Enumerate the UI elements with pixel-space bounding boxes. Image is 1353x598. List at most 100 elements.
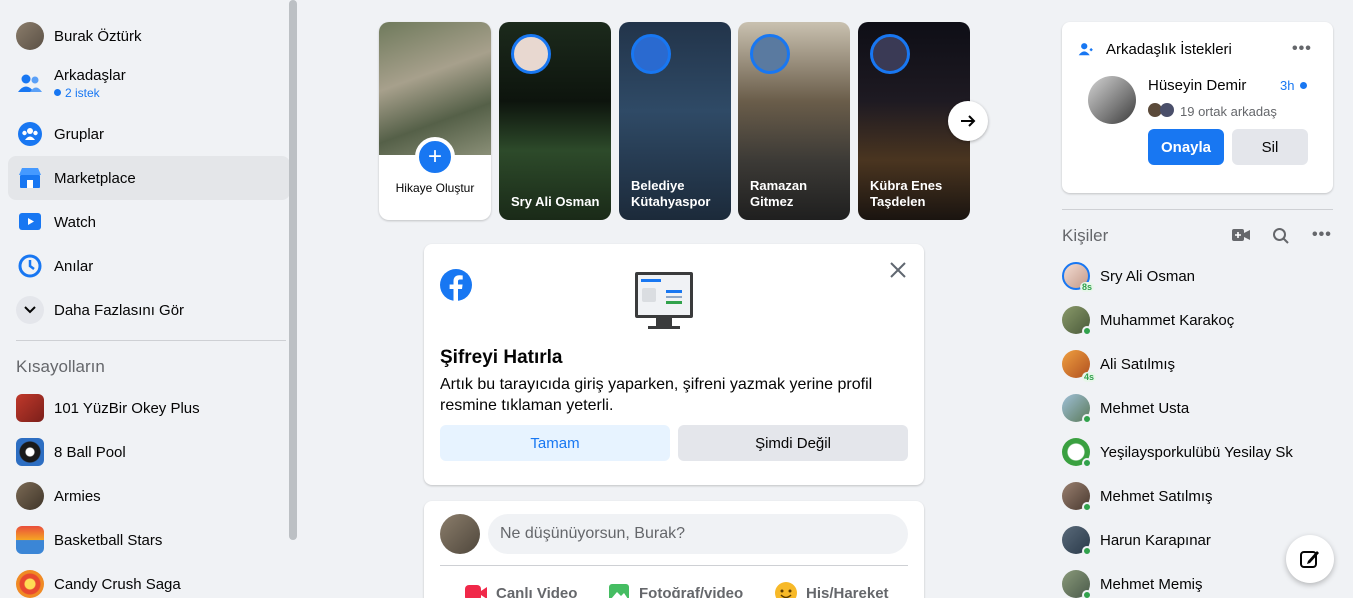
remember-password-card: Şifreyi Hatırla Artık bu tarayıcıda giri…: [424, 244, 924, 485]
story-card[interactable]: Belediye Kütahyaspor: [619, 22, 731, 220]
shortcut-label: 8 Ball Pool: [54, 443, 126, 461]
stories-next-button[interactable]: [948, 101, 988, 141]
last-active-badge: 4s: [1081, 372, 1096, 382]
whats-on-your-mind-input[interactable]: Ne düşünüyorsun, Burak?: [488, 514, 908, 554]
online-indicator: [1082, 502, 1092, 512]
action-label: Canlı Video: [496, 584, 578, 598]
chevron-down-icon: [16, 296, 44, 324]
contact-item[interactable]: 8s Sry Ali Osman: [1054, 254, 1340, 298]
photo-icon: [609, 584, 629, 598]
smiley-icon: [775, 582, 797, 598]
compose-icon: [1300, 551, 1319, 568]
contact-name: Yeşilaysporkulübü Yesilay Sk: [1100, 443, 1293, 461]
friend-requests-title: Arkadaşlık İstekleri: [1106, 40, 1232, 58]
groups-icon: [16, 120, 44, 148]
contact-avatar: [1062, 306, 1092, 336]
search-icon[interactable]: [1272, 227, 1290, 245]
sidebar-item-friends[interactable]: Arkadaşlar 2 istek: [8, 58, 290, 108]
contact-item[interactable]: Mehmet Satılmış: [1054, 474, 1340, 518]
shortcut-label: Basketball Stars: [54, 531, 163, 549]
story-name: Sry Ali Osman: [511, 194, 600, 209]
marketplace-icon: [16, 164, 44, 192]
shortcut-item[interactable]: Candy Crush Saga: [8, 562, 290, 598]
contact-avatar: [1062, 438, 1092, 468]
candy-crush-icon: [16, 570, 44, 598]
story-card[interactable]: Ramazan Gitmez: [738, 22, 850, 220]
shortcut-item[interactable]: Basketball Stars: [8, 518, 290, 562]
post-composer: Ne düşünüyorsun, Burak? Canlı Video Foto…: [424, 501, 924, 598]
friend-requests-header: Arkadaşlık İstekleri: [1078, 40, 1232, 58]
facebook-logo-icon: [440, 269, 472, 301]
requester-avatar[interactable]: [1088, 76, 1136, 124]
sidebar-scrollbar[interactable]: [289, 0, 297, 540]
shortcut-item[interactable]: Armies: [8, 474, 290, 518]
story-name: Belediye Kütahyaspor: [631, 178, 711, 209]
story-card[interactable]: Sry Ali Osman: [499, 22, 611, 220]
requester-name[interactable]: Hüseyin Demir: [1148, 77, 1246, 94]
not-now-button[interactable]: Şimdi Değil: [678, 425, 908, 461]
online-indicator: [1082, 414, 1092, 424]
accept-button[interactable]: Onayla: [1148, 129, 1224, 165]
story-avatar: [631, 34, 671, 74]
story-name: Ramazan Gitmez: [750, 178, 808, 209]
computer-illustration-icon: [632, 270, 696, 334]
contact-avatar: 4s: [1062, 350, 1096, 382]
contact-item[interactable]: 4s Ali Satılmış: [1054, 342, 1340, 386]
create-story-card[interactable]: + Hikaye Oluştur: [379, 22, 491, 220]
sidebar-item-groups[interactable]: Gruplar: [8, 112, 290, 156]
contact-name: Mehmet Memiş: [1100, 575, 1203, 593]
story-avatar: [511, 34, 551, 74]
contact-name: Mehmet Usta: [1100, 399, 1190, 417]
sidebar-item-label: Anılar: [54, 257, 94, 275]
story-name: Kübra Enes Taşdelen: [870, 178, 943, 209]
live-video-button[interactable]: Canlı Video: [464, 581, 577, 598]
shortcut-label: Armies: [54, 487, 101, 505]
shortcut-label: 101 YüzBir Okey Plus: [54, 399, 200, 417]
online-indicator: [1082, 326, 1092, 336]
delete-button[interactable]: Sil: [1232, 129, 1308, 165]
new-room-video-icon[interactable]: [1232, 228, 1250, 242]
contact-item[interactable]: Yeşilaysporkulübü Yesilay Sk: [1054, 430, 1340, 474]
contact-name: Muhammet Karakoç: [1100, 311, 1235, 329]
sidebar-item-memories[interactable]: Anılar: [8, 244, 290, 288]
right-divider: [1062, 209, 1333, 210]
okey-game-icon: [16, 394, 44, 422]
close-icon[interactable]: [889, 261, 907, 279]
more-options-icon[interactable]: •••: [1292, 40, 1312, 58]
contact-avatar: [1062, 570, 1092, 598]
friend-requests-card: Arkadaşlık İstekleri ••• Hüseyin Demir 3…: [1062, 22, 1333, 193]
contact-item[interactable]: Mehmet Usta: [1054, 386, 1340, 430]
sidebar-item-label: Daha Fazlasını Gör: [54, 301, 185, 319]
sidebar-item-label: Watch: [54, 213, 96, 231]
8-ball-pool-icon: [16, 438, 44, 466]
create-story-photo: [379, 22, 491, 155]
ok-button[interactable]: Tamam: [440, 425, 670, 461]
shortcut-item[interactable]: 8 Ball Pool: [8, 430, 290, 474]
composer-divider: [440, 565, 908, 566]
arrow-right-icon: [961, 115, 976, 127]
mutual-friends-count[interactable]: 19 ortak arkadaş: [1180, 104, 1277, 119]
action-label: His/Hareket: [806, 584, 889, 598]
contact-name: Harun Karapınar: [1100, 531, 1211, 549]
new-message-button[interactable]: [1286, 535, 1334, 583]
request-time: 3h: [1280, 78, 1311, 93]
remember-password-text: Artık bu tarayıcıda giriş yaparken, şifr…: [440, 376, 873, 414]
sidebar-item-watch[interactable]: Watch: [8, 200, 290, 244]
contacts-options-icon[interactable]: •••: [1312, 226, 1332, 244]
photo-video-button[interactable]: Fotoğraf/video: [607, 581, 743, 598]
sidebar-item-see-more[interactable]: Daha Fazlasını Gör: [8, 288, 290, 332]
online-indicator: [1082, 458, 1092, 468]
shortcut-label: Candy Crush Saga: [54, 575, 181, 593]
shortcut-item[interactable]: 101 YüzBir Okey Plus: [8, 386, 290, 430]
contact-item[interactable]: Muhammet Karakoç: [1054, 298, 1340, 342]
sidebar-profile[interactable]: Burak Öztürk: [8, 14, 290, 58]
left-sidebar: Burak Öztürk Arkadaşlar 2 istek Gruplar …: [0, 0, 300, 598]
contact-name: Ali Satılmış: [1100, 355, 1176, 373]
memories-clock-icon: [16, 252, 44, 280]
story-avatar: [750, 34, 790, 74]
contact-avatar: 8s: [1062, 262, 1094, 292]
sidebar-item-marketplace[interactable]: Marketplace: [8, 156, 290, 200]
contact-avatar: [1062, 394, 1092, 424]
feeling-activity-button[interactable]: His/Hareket: [774, 581, 889, 598]
friends-icon: [16, 69, 44, 97]
